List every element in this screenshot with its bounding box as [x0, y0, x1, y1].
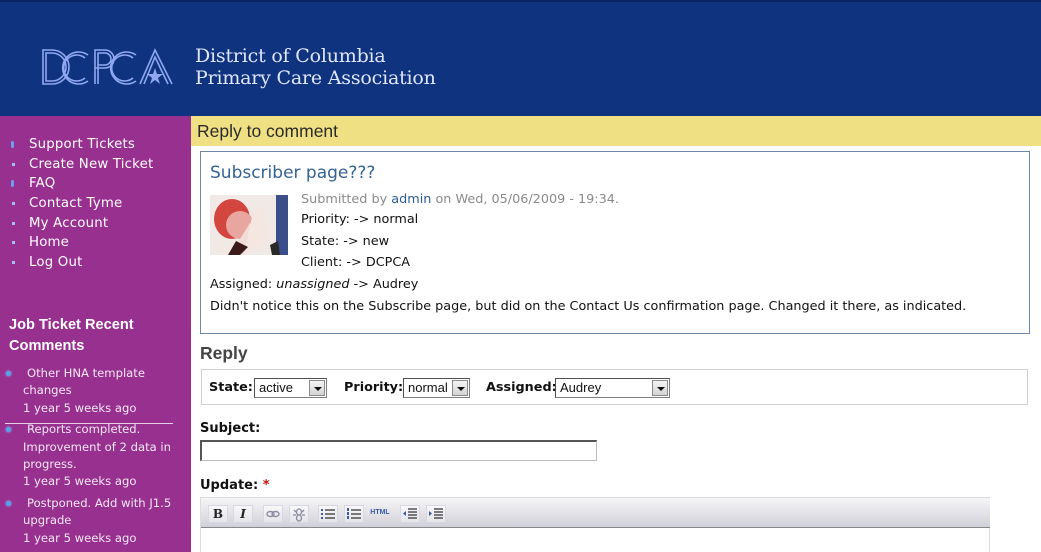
round-bullet-icon: [6, 427, 11, 433]
priority-label: Priority:: [344, 380, 404, 395]
required-marker: *: [262, 478, 270, 493]
html-source-button[interactable]: HTML: [369, 505, 391, 523]
recent-comment-link[interactable]: Reports completed. Improvement of 2 data…: [23, 422, 171, 471]
nav-item-faq[interactable]: FAQ: [0, 174, 191, 194]
state-select-value: active: [259, 380, 293, 395]
comment-body: Didn't notice this on the Subscribe page…: [210, 299, 967, 314]
indent-icon: [429, 508, 443, 519]
site-name-line1: District of Columbia: [195, 45, 386, 67]
update-editor[interactable]: B I HTML: [200, 497, 990, 552]
dropdown-arrow-icon[interactable]: [452, 380, 468, 396]
bulleted-list-button[interactable]: [318, 505, 338, 523]
user-avatar-image[interactable]: [210, 195, 288, 255]
insert-link-button[interactable]: [263, 505, 283, 523]
square-bullet-icon: [12, 221, 15, 225]
recent-comment-link[interactable]: Other HNA template changes: [23, 366, 145, 397]
recent-comments-title: Job Ticket Recent Comments: [9, 317, 134, 354]
nav-link[interactable]: Create New Ticket: [29, 157, 153, 172]
dropdown-arrow-icon[interactable]: [652, 380, 668, 396]
arrow-bullet-icon: [11, 180, 14, 188]
author-link[interactable]: admin: [391, 192, 431, 207]
unlink-icon: [293, 508, 305, 522]
recent-comment-age: 1 year 5 weeks ago: [23, 474, 137, 489]
submitted-prefix: Submitted by: [301, 192, 388, 207]
nav-item-my-account[interactable]: My Account: [0, 214, 191, 234]
nav-item-contact-tyme[interactable]: Contact Tyme: [0, 194, 191, 214]
bulleted-list-icon: [321, 509, 335, 519]
assigned-to: -> Audrey: [353, 277, 419, 292]
arrow-bullet-icon: [11, 141, 14, 148]
numbered-list-icon: [347, 508, 361, 519]
square-bullet-icon: [12, 241, 15, 245]
update-label: Update: *: [200, 478, 270, 493]
client-change: Client: -> DCPCA: [301, 255, 411, 270]
subject-input[interactable]: [200, 440, 597, 461]
site-name-line2: Primary Care Association: [195, 67, 436, 89]
reply-heading: Reply: [200, 343, 248, 363]
indent-button[interactable]: [426, 505, 446, 523]
assigned-select-value: Audrey: [560, 380, 602, 395]
page-title-bar: Reply to comment: [191, 116, 1041, 146]
recent-comment-item: Reports completed. Improvement of 2 data…: [0, 421, 191, 491]
nav-link[interactable]: FAQ: [29, 176, 55, 191]
nav-item-log-out[interactable]: Log Out: [0, 253, 191, 273]
recent-comment-age: 1 year 5 weeks ago: [23, 400, 137, 415]
italic-button[interactable]: I: [233, 505, 253, 523]
comment-title-link[interactable]: Subscriber page???: [210, 163, 375, 183]
submitted-date: on Wed, 05/06/2009 - 19:34.: [435, 192, 619, 207]
recent-comment-item: Other HNA template changes 1 year 5 weeks…: [0, 365, 191, 417]
recent-comments-list: Other HNA template changes 1 year 5 weeks…: [0, 365, 191, 551]
assigned-change-label: Assigned:: [210, 277, 273, 292]
square-bullet-icon: [12, 202, 15, 206]
original-comment: Subscriber page??? Submitted by admin on…: [200, 151, 1030, 334]
editor-toolbar: B I HTML: [201, 498, 990, 528]
nav-item-create-new-ticket[interactable]: Create New Ticket: [0, 155, 191, 175]
nav-link[interactable]: Home: [29, 235, 69, 250]
dropdown-arrow-icon[interactable]: [309, 380, 325, 396]
priority-select-value: normal: [408, 380, 448, 395]
nav-link[interactable]: Log Out: [29, 255, 82, 270]
sidebar-nav: Support Tickets Create New Ticket FAQ Co…: [0, 135, 191, 273]
subject-label: Subject:: [200, 421, 261, 436]
site-name[interactable]: District of Columbia Primary Care Associ…: [195, 45, 436, 89]
update-label-text: Update:: [200, 478, 259, 493]
recent-comment-link[interactable]: Postponed. Add with J1.5 upgrade: [23, 496, 171, 527]
assigned-select[interactable]: Audrey: [555, 378, 670, 398]
state-label: State:: [209, 380, 253, 395]
state-change: State: -> new: [301, 234, 390, 249]
unlink-button[interactable]: [289, 505, 309, 523]
submitted-meta: Submitted by admin on Wed, 05/06/2009 - …: [301, 190, 619, 210]
nav-link[interactable]: Contact Tyme: [29, 196, 122, 211]
recent-comment-age: 1 year 5 weeks ago: [23, 530, 137, 545]
round-bullet-icon: [6, 371, 11, 376]
round-bullet-icon: [6, 500, 11, 506]
nav-item-home[interactable]: Home: [0, 233, 191, 253]
site-header: District of Columbia Primary Care Associ…: [0, 0, 1041, 116]
recent-comment-item: Postponed. Add with J1.5 upgrade 1 year 5…: [0, 495, 191, 547]
numbered-list-button[interactable]: [344, 505, 364, 523]
assigned-change: Assigned: unassigned -> Audrey: [210, 275, 418, 295]
state-select[interactable]: active: [254, 378, 327, 398]
assigned-from: unassigned: [276, 277, 350, 292]
assigned-label: Assigned:: [486, 380, 557, 395]
bold-button[interactable]: B: [208, 505, 228, 523]
priority-select[interactable]: normal: [403, 378, 470, 398]
outdent-button[interactable]: [400, 505, 420, 523]
outdent-icon: [403, 508, 417, 519]
nav-link[interactable]: My Account: [29, 216, 108, 231]
square-bullet-icon: [12, 162, 15, 166]
square-bullet-icon: [12, 261, 15, 265]
link-icon: [266, 510, 280, 518]
ticket-fields: State: active Priority: normal Assigned:…: [201, 369, 1028, 405]
page-title: Reply to comment: [197, 121, 339, 141]
nav-link[interactable]: Support Tickets: [29, 137, 135, 152]
nav-item-support-tickets[interactable]: Support Tickets: [0, 135, 191, 155]
priority-change: Priority: -> normal: [301, 212, 419, 227]
dcpca-logo[interactable]: [40, 46, 176, 90]
